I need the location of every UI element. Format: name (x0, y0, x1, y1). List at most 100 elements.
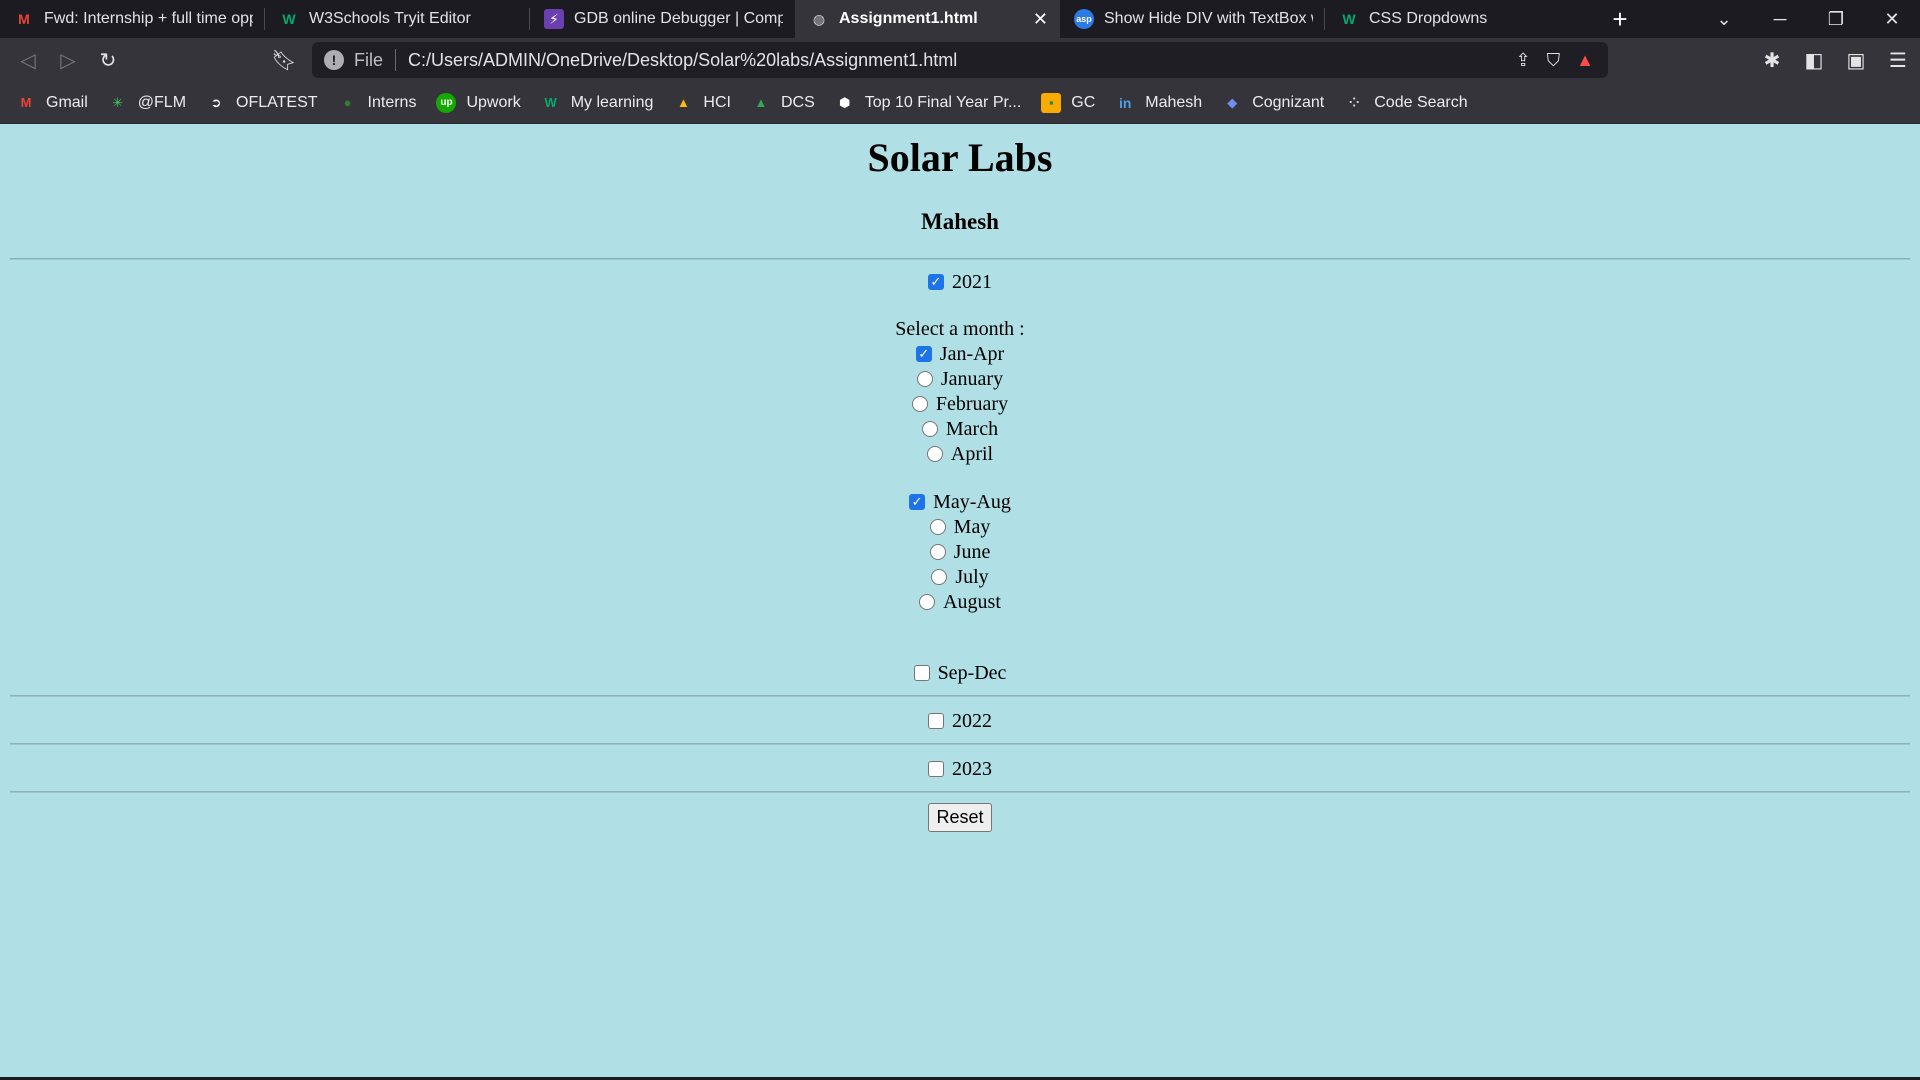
jan-apr-row[interactable]: ✓ Jan-Apr (0, 341, 1920, 367)
month-label: February (935, 392, 1009, 415)
bookmark-code-search[interactable]: ⁘ Code Search (1344, 93, 1468, 113)
extensions-icon[interactable]: ✱ (1760, 48, 1784, 73)
aspsnippets-icon: asp (1074, 9, 1094, 29)
bookmark-flm[interactable]: ✳ @FLM (108, 93, 186, 113)
tab-gmail[interactable]: M Fwd: Internship + full time oppor (0, 0, 265, 38)
divider (10, 258, 1910, 260)
bookmark-label: Gmail (46, 93, 88, 111)
may-aug-checkbox[interactable]: ✓ (909, 494, 926, 510)
bookmark-label: Mahesh (1145, 93, 1203, 111)
tab-css-dropdowns[interactable]: W CSS Dropdowns (1325, 0, 1590, 38)
tab-assignment1[interactable]: ◍ Assignment1.html ✕ (795, 0, 1060, 38)
radio-button[interactable] (929, 544, 946, 560)
month-radio-june[interactable]: June (0, 539, 1920, 565)
tab-search-chevron-icon[interactable]: ⌄ (1696, 0, 1752, 38)
bookmark-mahesh[interactable]: in Mahesh (1115, 93, 1202, 113)
month-radio-february[interactable]: February (0, 391, 1920, 417)
radio-button[interactable] (919, 594, 936, 610)
interns-icon: ● (343, 95, 352, 110)
month-radio-april[interactable]: April (0, 441, 1920, 467)
close-window-icon[interactable]: ✕ (1864, 0, 1920, 38)
w3schools-icon: W (282, 11, 296, 27)
radio-button[interactable] (931, 569, 948, 585)
bookmark-page-icon[interactable]: 🔖︎ (264, 40, 304, 80)
sidebar-icon[interactable]: ◧ (1802, 48, 1826, 73)
radio-button[interactable] (921, 421, 938, 437)
drive-icon: ▲ (754, 95, 768, 110)
bookmark-label: Top 10 Final Year Pr... (864, 93, 1022, 111)
bookmark-hci[interactable]: ▲ HCI (673, 93, 731, 113)
forward-button[interactable]: ▷ (48, 40, 88, 80)
restore-icon[interactable]: ❐ (1808, 0, 1864, 38)
flm-icon: ✳ (112, 94, 124, 110)
year-2022-label: 2022 (952, 709, 992, 732)
close-tab-icon[interactable]: ✕ (1033, 9, 1048, 30)
tab-show-hide-div[interactable]: asp Show Hide DIV with TextBox whe (1060, 0, 1325, 38)
year-2022-row[interactable]: 2022 (0, 708, 1920, 734)
bookmark-my-learning[interactable]: W My learning (541, 93, 654, 113)
navigation-toolbar: ◁ ▷ ↻ 🔖︎ ! File C:/Users/ADMIN/OneDrive/… (0, 38, 1920, 82)
share-icon[interactable]: ⇪ (1516, 50, 1531, 71)
bookmark-gc[interactable]: ▪ GC (1041, 92, 1096, 113)
month-prompt-row: Select a month : (0, 316, 1920, 342)
address-bar[interactable]: ! File C:/Users/ADMIN/OneDrive/Desktop/S… (312, 42, 1608, 78)
month-radio-march[interactable]: March (0, 416, 1920, 442)
window-controls: ⌄ ─ ❐ ✕ (1696, 0, 1920, 38)
may-aug-label: May-Aug (933, 490, 1011, 513)
bookmark-cognizant[interactable]: ◆ Cognizant (1222, 93, 1324, 113)
month-radio-may[interactable]: May (0, 514, 1920, 540)
radio-button[interactable] (911, 396, 928, 412)
bookmark-label: HCI (703, 93, 731, 111)
bookmark-label: GC (1071, 93, 1096, 111)
menu-icon[interactable]: ☰ (1886, 48, 1910, 73)
bookmark-dcs[interactable]: ▲ DCS (751, 93, 815, 113)
brave-rewards-icon[interactable]: ▲ (1576, 50, 1594, 71)
year-2023-checkbox[interactable] (928, 761, 944, 777)
bookmark-upwork[interactable]: up Upwork (436, 92, 521, 113)
bookmark-gmail[interactable]: M Gmail (16, 93, 88, 113)
month-prompt-label: Select a month : (895, 317, 1025, 340)
month-label: January (940, 367, 1004, 390)
month-radio-august[interactable]: August (0, 589, 1920, 615)
url-text[interactable]: C:/Users/ADMIN/OneDrive/Desktop/Solar%20… (408, 50, 1516, 71)
tab-w3schools-tryit[interactable]: W W3Schools Tryit Editor (265, 0, 530, 38)
year-2022-checkbox[interactable] (928, 713, 944, 729)
reload-button[interactable]: ↻ (88, 40, 128, 80)
year-2023-row[interactable]: 2023 (0, 756, 1920, 782)
bookmark-label: Cognizant (1252, 93, 1325, 111)
jan-apr-checkbox[interactable]: ✓ (915, 346, 932, 362)
project-icon: ⬢ (839, 94, 851, 110)
month-radio-july[interactable]: July (0, 564, 1920, 590)
reset-button[interactable]: Reset (928, 803, 992, 832)
drive-icon: ▲ (676, 95, 690, 110)
sep-dec-checkbox[interactable] (913, 665, 930, 681)
year-2021-row[interactable]: ✓ 2021 (0, 269, 1920, 295)
back-button[interactable]: ◁ (8, 40, 48, 80)
linkedin-icon: in (1119, 94, 1132, 111)
wallet-icon[interactable]: ▣ (1844, 48, 1868, 73)
bookmark-label: DCS (780, 93, 815, 111)
month-label: June (953, 540, 991, 563)
jan-apr-label: Jan-Apr (939, 342, 1005, 365)
globe-icon: ◍ (812, 10, 826, 27)
gmail-icon: M (20, 95, 32, 110)
site-info-icon[interactable]: ! (324, 50, 344, 70)
bookmark-top10[interactable]: ⬢ Top 10 Final Year Pr... (835, 93, 1022, 113)
bookmark-oflatest[interactable]: ➲ OFLATEST (206, 93, 318, 113)
gdb-icon: ⚡ (544, 9, 564, 29)
radio-button[interactable] (916, 371, 933, 387)
may-aug-row[interactable]: ✓ May-Aug (0, 489, 1920, 515)
brave-shields-icon[interactable]: ⛉ (1547, 50, 1561, 71)
radio-button[interactable] (926, 446, 943, 462)
divider (10, 791, 1910, 793)
sep-dec-row[interactable]: Sep-Dec (0, 660, 1920, 686)
page-subtitle: Mahesh (921, 209, 999, 234)
tab-gdb[interactable]: ⚡ GDB online Debugger | Compiler (530, 0, 795, 38)
radio-button[interactable] (929, 519, 946, 535)
bookmark-interns[interactable]: ● Interns (338, 93, 417, 113)
year-2021-checkbox[interactable]: ✓ (928, 274, 944, 290)
new-tab-button[interactable]: + (1590, 0, 1650, 38)
month-label: July (955, 565, 989, 588)
month-radio-january[interactable]: January (0, 366, 1920, 392)
minimize-icon[interactable]: ─ (1752, 0, 1808, 38)
